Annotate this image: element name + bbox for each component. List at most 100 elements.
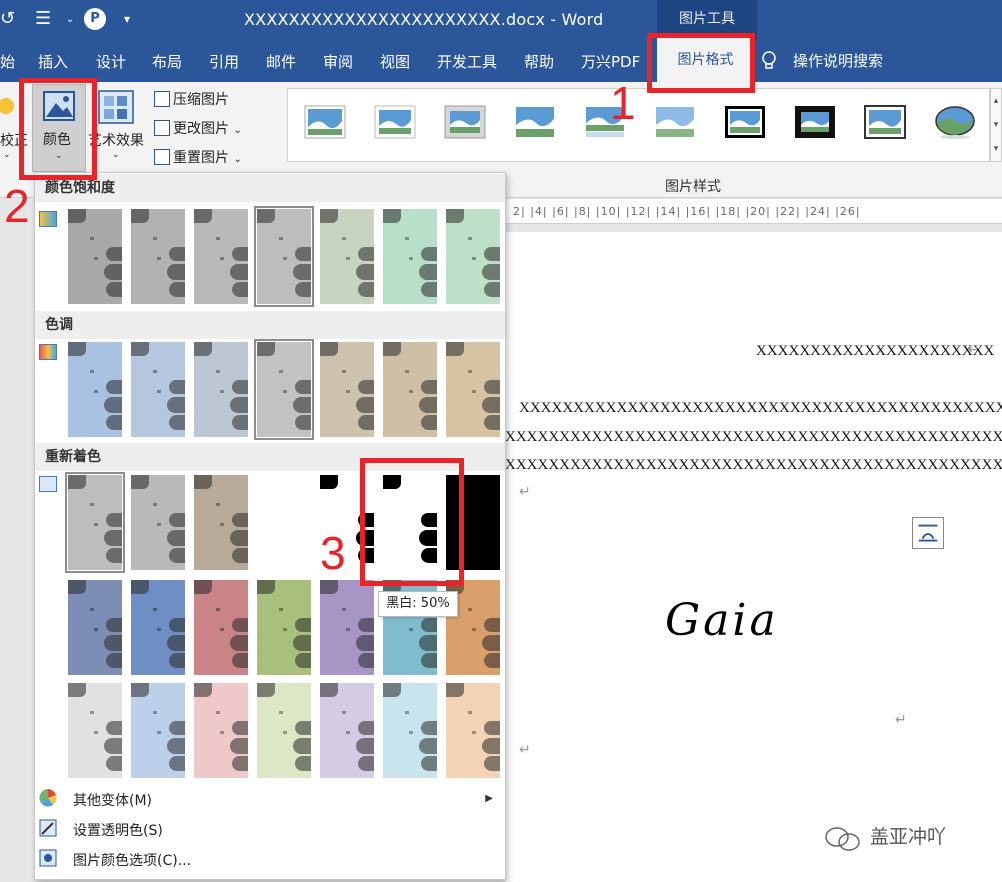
color-variant-thumb[interactable] <box>131 209 185 304</box>
color-variant-thumb[interactable] <box>257 580 311 675</box>
color-variant-thumb[interactable] <box>68 683 122 778</box>
tell-me-search[interactable]: 操作说明搜索 <box>793 50 883 71</box>
compress-pictures-button[interactable]: 压缩图片 <box>154 89 229 109</box>
color-variant-thumb[interactable] <box>254 206 314 307</box>
color-variant-thumb[interactable] <box>68 209 122 304</box>
color-variant-thumb[interactable] <box>446 209 500 304</box>
color-variant-thumb[interactable] <box>131 342 185 437</box>
tab-review[interactable]: 审阅 <box>323 51 353 72</box>
annotation-number-3: 3 <box>320 527 346 579</box>
annotation-box-1 <box>647 33 755 93</box>
tab-home[interactable]: 始 <box>0 51 15 72</box>
color-variant-thumb[interactable] <box>194 475 248 570</box>
set-transparent-item[interactable]: 设置透明色(S) <box>73 820 163 840</box>
color-variant-thumb[interactable] <box>131 683 185 778</box>
tab-developer[interactable]: 开发工具 <box>437 51 497 72</box>
color-options-icon <box>39 849 57 867</box>
color-variant-thumb[interactable] <box>131 580 185 675</box>
doc-text-line[interactable]: XXXXXXXXXXXXXXXXXXXXXXXXXXXXXXXXXXXXXXXX… <box>519 400 1002 417</box>
picture-style-thumb[interactable] <box>794 105 836 139</box>
paragraph-mark: ↵ <box>895 712 907 728</box>
color-variant-thumb[interactable] <box>320 342 374 437</box>
doc-text-line[interactable]: XXXXXXXXXXXXXXXXXXXXXXXXXXXXXXXXXXXXXXXX… <box>505 429 1002 446</box>
color-variant-thumb[interactable] <box>320 580 374 675</box>
recolor-icon <box>39 476 57 492</box>
ruler-ticks: 2| |4| |6| |8| |10| |12| |14| |16| |18| … <box>513 205 861 218</box>
tab-help[interactable]: 帮助 <box>524 51 554 72</box>
list-icon[interactable]: ☰ <box>35 8 51 29</box>
customize-qat-icon[interactable]: ▾ <box>124 12 130 26</box>
art-effects-icon <box>98 90 134 124</box>
change-picture-icon <box>154 120 170 136</box>
saturation-header: 颜色饱和度 <box>35 174 505 202</box>
tab-design[interactable]: 设计 <box>96 51 126 72</box>
signature-image[interactable]: Gaia <box>665 595 779 646</box>
tab-references[interactable]: 引用 <box>209 51 239 72</box>
gallery-scroll[interactable]: ▴ ▾ ▾ <box>990 88 1002 162</box>
picture-style-thumb[interactable] <box>514 105 556 139</box>
tab-wondershare-pdf[interactable]: 万兴PDF <box>581 51 640 72</box>
picture-styles-group-label: 图片样式 <box>665 179 721 195</box>
compress-icon <box>154 91 170 107</box>
color-variant-thumb[interactable] <box>194 342 248 437</box>
more-variations-item[interactable]: 其他变体(M) <box>73 790 152 810</box>
picture-style-thumb[interactable] <box>724 105 766 139</box>
color-variant-thumb[interactable] <box>254 339 314 440</box>
change-picture-button[interactable]: 更改图片 ⌄ <box>154 118 242 138</box>
undo-icon[interactable]: ↺ <box>0 8 15 29</box>
color-variant-thumb[interactable] <box>320 683 374 778</box>
paragraph-mark: ↵ <box>519 742 531 758</box>
doc-text-line[interactable]: XXXXXXXXXXXXXXXXXXXXXXXXXXXXXXXXXXXXXXXX… <box>505 457 1002 474</box>
color-variant-thumb[interactable] <box>383 209 437 304</box>
layout-options-icon[interactable] <box>912 517 944 549</box>
chevron-down-icon: ⌄ <box>233 154 242 165</box>
document-gutter <box>505 224 1002 232</box>
color-variant-thumb[interactable] <box>131 475 185 570</box>
pdf-icon[interactable]: P <box>84 8 106 30</box>
color-variant-thumb[interactable] <box>68 580 122 675</box>
doc-heading-line[interactable]: XXXXXXXXXXXXXXXXXXXXXX <box>756 343 994 360</box>
annotation-box-2 <box>19 78 97 180</box>
picture-style-thumb[interactable] <box>654 105 696 139</box>
reset-picture-button[interactable]: 重置图片 ⌄ <box>154 147 242 167</box>
color-variant-thumb[interactable] <box>446 342 500 437</box>
color-variant-thumb[interactable] <box>320 209 374 304</box>
tone-icon <box>39 344 57 360</box>
chevron-down-icon: ⌄ <box>112 150 120 160</box>
paragraph-mark: ↵ <box>519 484 531 500</box>
color-variant-thumb[interactable] <box>68 342 122 437</box>
color-options-item[interactable]: 图片颜色选项(C)... <box>73 850 191 870</box>
picture-style-thumb[interactable] <box>374 105 416 139</box>
annotation-number-1: 1 <box>610 77 636 129</box>
tab-insert[interactable]: 插入 <box>38 51 68 72</box>
picture-style-thumb[interactable] <box>934 105 976 139</box>
tab-view[interactable]: 视图 <box>380 51 410 72</box>
picture-style-thumb[interactable] <box>304 105 346 139</box>
saturation-icon <box>39 211 57 227</box>
paragraph-mark: ↵ <box>968 342 980 358</box>
color-variant-thumb[interactable] <box>257 683 311 778</box>
color-variant-thumb[interactable] <box>194 580 248 675</box>
set-transparent-icon <box>39 819 57 837</box>
picture-styles-gallery <box>287 88 990 162</box>
picture-style-thumb[interactable] <box>444 105 486 139</box>
chevron-right-icon: ▶ <box>485 793 493 804</box>
chevron-down-icon: ⌄ <box>3 150 11 160</box>
reset-picture-icon <box>154 149 170 165</box>
color-variant-thumb[interactable] <box>446 683 500 778</box>
lightbulb-icon <box>762 51 776 69</box>
color-variant-thumb[interactable] <box>383 683 437 778</box>
chevron-down-icon: ⌄ <box>233 125 242 136</box>
color-variant-thumb[interactable] <box>383 342 437 437</box>
color-variant-thumb[interactable] <box>65 472 125 573</box>
tab-mailings[interactable]: 邮件 <box>266 51 296 72</box>
horizontal-ruler: 2| |4| |6| |8| |10| |12| |14| |16| |18| … <box>505 199 1002 224</box>
watermark-text: 盖亚冲吖 <box>870 826 947 848</box>
tab-layout[interactable]: 布局 <box>152 51 182 72</box>
color-variant-thumb[interactable] <box>257 475 311 570</box>
picture-style-thumb[interactable] <box>864 105 906 139</box>
chevron-down-icon[interactable]: ⌄ <box>66 14 74 25</box>
document-page[interactable] <box>505 232 1002 882</box>
color-variant-thumb[interactable] <box>194 209 248 304</box>
color-variant-thumb[interactable] <box>194 683 248 778</box>
